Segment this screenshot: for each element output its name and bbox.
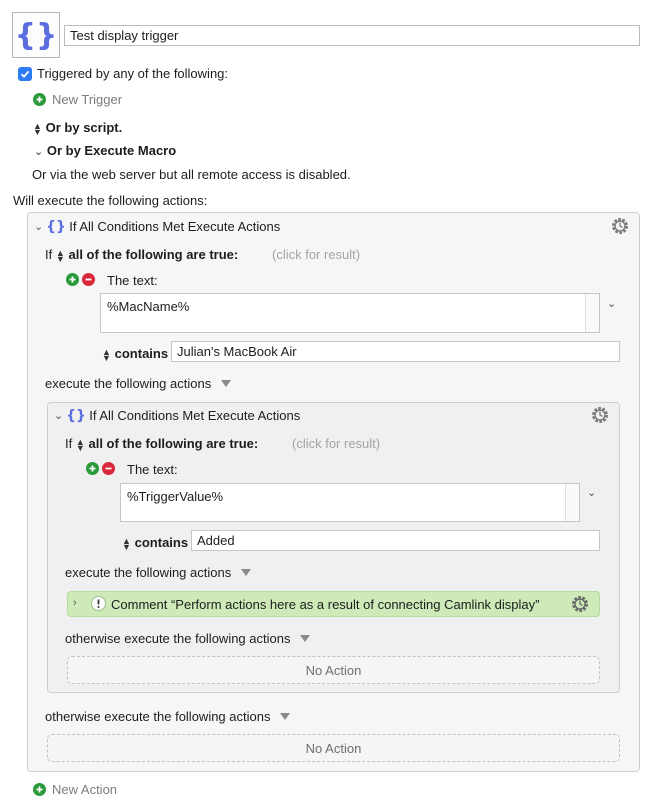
scrollbar[interactable] — [585, 294, 599, 332]
new-action-label: New Action — [52, 782, 118, 797]
outer-text-value: %MacName% — [107, 299, 190, 314]
remove-condition-icon[interactable] — [82, 273, 95, 286]
if-prefix: If — [65, 436, 73, 451]
click-for-result-link[interactable]: (click for result) — [272, 247, 360, 262]
triggered-by-row: Triggered by any of the following: — [18, 66, 228, 81]
outer-execute-row[interactable]: execute the following actions — [45, 376, 232, 391]
inner-otherwise-row[interactable]: otherwise execute the following actions — [65, 631, 311, 646]
new-trigger-button[interactable]: New Trigger — [33, 92, 122, 107]
inner-operator-popup[interactable]: ▲ ▼ contains — [122, 535, 189, 552]
inner-otherwise-label: otherwise execute the following actions — [65, 631, 291, 646]
triangle-down-icon[interactable] — [221, 380, 232, 387]
inner-condition-label: The text: — [127, 462, 178, 477]
outer-no-action-placeholder[interactable]: No Action — [47, 734, 620, 762]
outer-condition-controls — [66, 273, 95, 286]
new-trigger-label: New Trigger — [52, 92, 123, 107]
outer-if-header[interactable]: ⌄ {} If All Conditions Met Execute Actio… — [34, 218, 281, 235]
or-by-execute-macro-label: Or by Execute Macro — [46, 143, 177, 158]
outer-condition-row: If ▲ ▼ all of the following are true: — [45, 247, 238, 263]
info-exclamation-icon — [91, 596, 106, 611]
chevron-down-icon[interactable]: ⌄ — [607, 297, 616, 310]
outer-operand-field[interactable]: Julian's MacBook Air — [171, 341, 620, 362]
no-action-label: No Action — [305, 740, 362, 756]
inner-condition-row: If ▲ ▼ all of the following are true: — [65, 436, 258, 452]
scrollbar[interactable] — [565, 484, 579, 521]
curly-braces-icon: {} — [68, 408, 84, 423]
inner-operand-field[interactable]: Added — [191, 530, 600, 551]
outer-otherwise-row[interactable]: otherwise execute the following actions — [45, 709, 291, 724]
triangle-down-icon[interactable] — [280, 713, 291, 720]
gear-icon[interactable] — [590, 405, 610, 425]
condition-mode-popup[interactable]: all of the following are true: — [68, 247, 238, 262]
outer-operator-label: contains — [114, 346, 169, 361]
inner-execute-row[interactable]: execute the following actions — [65, 565, 252, 580]
inner-text-value: %TriggerValue% — [127, 489, 224, 504]
outer-execute-label: execute the following actions — [45, 376, 212, 391]
add-condition-icon[interactable] — [66, 273, 79, 286]
curly-braces-icon: {} — [18, 18, 54, 53]
svg-text:{}: {} — [68, 408, 84, 423]
inner-no-action-placeholder[interactable]: No Action — [67, 656, 600, 684]
macro-icon[interactable]: {} — [12, 12, 60, 58]
gear-icon[interactable] — [570, 594, 590, 614]
inner-if-title: If All Conditions Met Execute Actions — [89, 407, 301, 423]
svg-text:{}: {} — [48, 219, 64, 234]
checkmark-icon — [20, 70, 30, 78]
chevron-down-icon[interactable]: ⌄ — [587, 486, 596, 499]
svg-text:{}: {} — [18, 18, 54, 53]
inner-execute-label: execute the following actions — [65, 565, 232, 580]
add-icon — [33, 783, 46, 796]
outer-text-field[interactable]: %MacName% — [100, 293, 600, 333]
updown-chevron-icon: ▲ ▼ — [33, 120, 42, 137]
updown-chevron-icon: ▲ ▼ — [122, 535, 131, 552]
condition-mode-popup[interactable]: all of the following are true: — [88, 436, 258, 451]
inner-operator-label: contains — [134, 535, 189, 550]
macro-name-field[interactable]: Test display trigger — [64, 25, 640, 46]
add-condition-icon[interactable] — [86, 462, 99, 475]
outer-otherwise-label: otherwise execute the following actions — [45, 709, 271, 724]
add-icon — [33, 93, 46, 106]
triggered-label: Triggered by any of the following: — [37, 66, 229, 81]
outer-condition-label: The text: — [107, 273, 158, 288]
triggered-checkbox[interactable] — [18, 66, 32, 81]
inner-condition-controls — [86, 462, 115, 475]
updown-chevron-icon: ▲ ▼ — [102, 346, 111, 363]
inner-if-header[interactable]: ⌄ {} If All Conditions Met Execute Actio… — [54, 407, 301, 424]
outer-if-title: If All Conditions Met Execute Actions — [69, 218, 281, 234]
web-server-note: Or via the web server but all remote acc… — [32, 167, 351, 182]
new-action-button[interactable]: New Action — [33, 782, 117, 797]
triangle-down-icon[interactable] — [241, 569, 252, 576]
chevron-down-icon[interactable]: ⌄ — [54, 409, 63, 422]
gear-icon[interactable] — [610, 216, 630, 236]
remove-condition-icon[interactable] — [102, 462, 115, 475]
curly-braces-icon: {} — [48, 219, 64, 234]
or-by-script-label: Or by script. — [45, 120, 123, 135]
or-by-script-disclosure[interactable]: ▲ ▼ Or by script. — [33, 120, 123, 137]
updown-chevron-icon[interactable]: ▲ ▼ — [76, 437, 85, 452]
updown-chevron-icon[interactable]: ▲ ▼ — [56, 248, 65, 263]
comment-label: Comment “Perform actions here as a resul… — [111, 597, 540, 612]
inner-text-field[interactable]: %TriggerValue% — [120, 483, 580, 522]
chevron-right-icon[interactable]: › — [73, 597, 77, 609]
if-prefix: If — [45, 247, 53, 262]
outer-operator-popup[interactable]: ▲ ▼ contains — [102, 346, 169, 363]
triangle-down-icon[interactable] — [300, 635, 311, 642]
will-execute-heading: Will execute the following actions: — [13, 193, 208, 208]
chevron-down-icon[interactable]: ⌄ — [34, 220, 43, 233]
or-by-execute-macro-disclosure[interactable]: ⌄ Or by Execute Macro — [34, 143, 176, 158]
click-for-result-link[interactable]: (click for result) — [292, 436, 380, 451]
chevron-down-icon: ⌄ — [34, 146, 44, 158]
no-action-label: No Action — [305, 662, 362, 678]
